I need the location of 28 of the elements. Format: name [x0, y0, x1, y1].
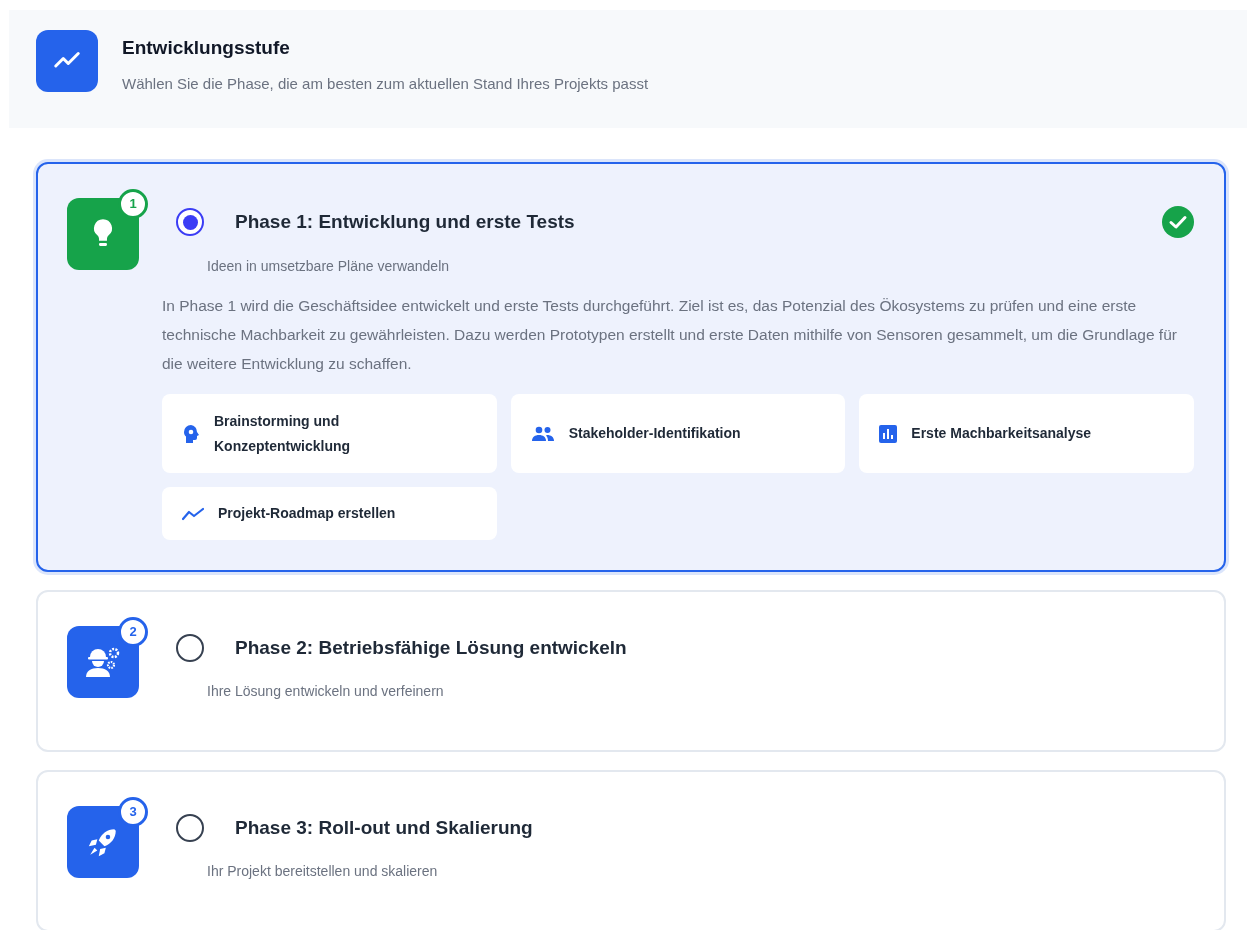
- phase-title: Phase 1: Entwicklung und erste Tests: [235, 209, 576, 234]
- radio-button[interactable]: [176, 634, 204, 663]
- phase-number-badge: 3: [118, 797, 148, 827]
- feature-label: Projekt-Roadmap erstellen: [218, 504, 396, 523]
- section-title: Entwicklungsstufe: [122, 36, 291, 60]
- phase-subtitle: Ihre Lösung entwickeln und verfeinern: [207, 681, 445, 701]
- feature-label: Brainstorming und Konzeptentwicklung: [214, 411, 352, 456]
- section-subtitle: Wählen Sie die Phase, die am besten zum aktuellen Stand Ihres Projekts passt: [122, 73, 649, 94]
- radio-button[interactable]: [176, 814, 204, 843]
- bar-chart-icon: [879, 424, 898, 443]
- phase-card[interactable]: [36, 162, 1226, 572]
- phase-description: In Phase 1 wird die Geschäftsidee entwickelt und erste Tests durchgeführt. Ziel ist es, das Potenzial des Ökosystems zu prüfen und eine erste technische Machbarkeit zu gewährleisten. Dazu werden Prototypen erstellt und erste Daten mithilfe von Sensoren gesammelt, um die Grundlage für die weitere Entwicklung zu schaffen.: [162, 296, 1178, 374]
- phase-card[interactable]: 3 Phase 3: Roll-out und Skalierung Ihr Projekt bereitstellen und skalieren: [36, 770, 1226, 930]
- chart-line-icon: [182, 506, 204, 521]
- phase-subtitle: Ideen in umsetzbare Pläne verwandeln: [207, 257, 451, 276]
- phase-title: Phase 2: Betriebsfähige Lösung entwickeln: [235, 636, 628, 660]
- people-icon: [530, 425, 555, 442]
- head-gear-icon: [182, 423, 200, 444]
- phase-number-badge: 1: [118, 189, 148, 219]
- radio-button[interactable]: [176, 208, 204, 236]
- worker-gears-icon: [84, 645, 122, 679]
- feature-label: Erste Machbarkeitsanalyse: [911, 424, 1092, 443]
- feature-label: Stakeholder-Identifikation: [568, 424, 741, 443]
- phase-subtitle: Ihr Projekt bereitstellen und skalieren: [207, 861, 439, 881]
- phase-title: Phase 3: Roll-out und Skalierung: [235, 816, 534, 840]
- check-circle-icon: [1162, 206, 1194, 238]
- phase-number-badge: 2: [118, 617, 148, 647]
- phase-card[interactable]: 2 Phase 2: Betriebsfähige Lösung entwickeln Ihre Lösung entwickeln und verfeinern: [36, 590, 1226, 752]
